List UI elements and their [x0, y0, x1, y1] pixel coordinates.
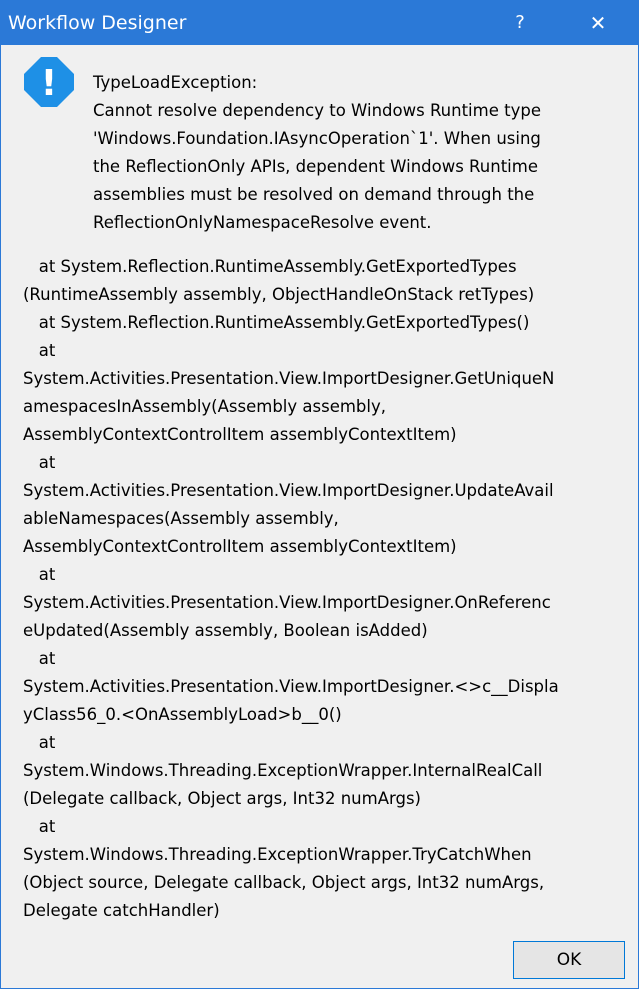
stack-trace-line: yClass56_0.<OnAssemblyLoad>b__0(): [23, 705, 342, 724]
stack-trace-line: ableNamespaces(Assembly assembly,: [23, 509, 339, 528]
message-line: ReflectionOnlyNamespaceResolve event.: [93, 213, 432, 232]
stack-trace-line: eUpdated(Assembly assembly, Boolean isAd…: [23, 621, 428, 640]
stack-trace: at System.Reflection.RuntimeAssembly.Get…: [23, 253, 635, 925]
message-line: Cannot resolve dependency to Windows Run…: [93, 101, 541, 120]
stack-trace-line: at System.Reflection.RuntimeAssembly.Get…: [23, 313, 530, 332]
exclamation-icon: !: [24, 57, 74, 107]
stack-trace-line: (Delegate callback, Object args, Int32 n…: [23, 789, 421, 808]
stack-trace-line: (Object source, Delegate callback, Objec…: [23, 873, 545, 892]
stack-trace-line: AssemblyContextControlItem assemblyConte…: [23, 425, 457, 444]
message-line: TypeLoadException:: [93, 73, 258, 92]
stack-trace-line: at: [23, 565, 56, 584]
window-title: Workflow Designer: [8, 12, 187, 34]
stack-trace-line: at System.Reflection.RuntimeAssembly.Get…: [23, 257, 517, 276]
error-message: TypeLoadException: Cannot resolve depende…: [93, 69, 633, 237]
message-line: assemblies must be resolved on demand th…: [93, 185, 535, 204]
help-button[interactable]: ?: [498, 1, 542, 45]
dialog-window: Workflow Designer ? ✕ ! TypeLoadExceptio…: [0, 0, 639, 989]
stack-trace-line: at: [23, 649, 56, 668]
stack-trace-line: Delegate catchHandler): [23, 901, 220, 920]
title-bar[interactable]: Workflow Designer ? ✕: [1, 1, 638, 45]
stack-trace-line: System.Windows.Threading.ExceptionWrappe…: [23, 845, 532, 864]
stack-trace-line: System.Activities.Presentation.View.Impo…: [23, 593, 551, 612]
stack-trace-line: System.Activities.Presentation.View.Impo…: [23, 481, 554, 500]
exclamation-icon-glyph: !: [41, 63, 57, 104]
stack-trace-line: AssemblyContextControlItem assemblyConte…: [23, 537, 457, 556]
stack-trace-line: at: [23, 453, 56, 472]
stack-trace-line: at: [23, 733, 56, 752]
stack-trace-line: amespacesInAssembly(Assembly assembly,: [23, 397, 386, 416]
stack-trace-line: at: [23, 341, 56, 360]
stack-trace-line: System.Activities.Presentation.View.Impo…: [23, 677, 559, 696]
close-button[interactable]: ✕: [576, 1, 620, 45]
stack-trace-line: System.Windows.Threading.ExceptionWrappe…: [23, 761, 543, 780]
ok-button[interactable]: OK: [513, 941, 625, 979]
stack-trace-line: at: [23, 817, 56, 836]
stack-trace-line: System.Activities.Presentation.View.Impo…: [23, 369, 555, 388]
stack-trace-line: (RuntimeAssembly assembly, ObjectHandleO…: [23, 285, 535, 304]
message-line: the ReflectionOnly APIs, dependent Windo…: [93, 157, 538, 176]
message-line: 'Windows.Foundation.IAsyncOperation`1'. …: [93, 129, 541, 148]
